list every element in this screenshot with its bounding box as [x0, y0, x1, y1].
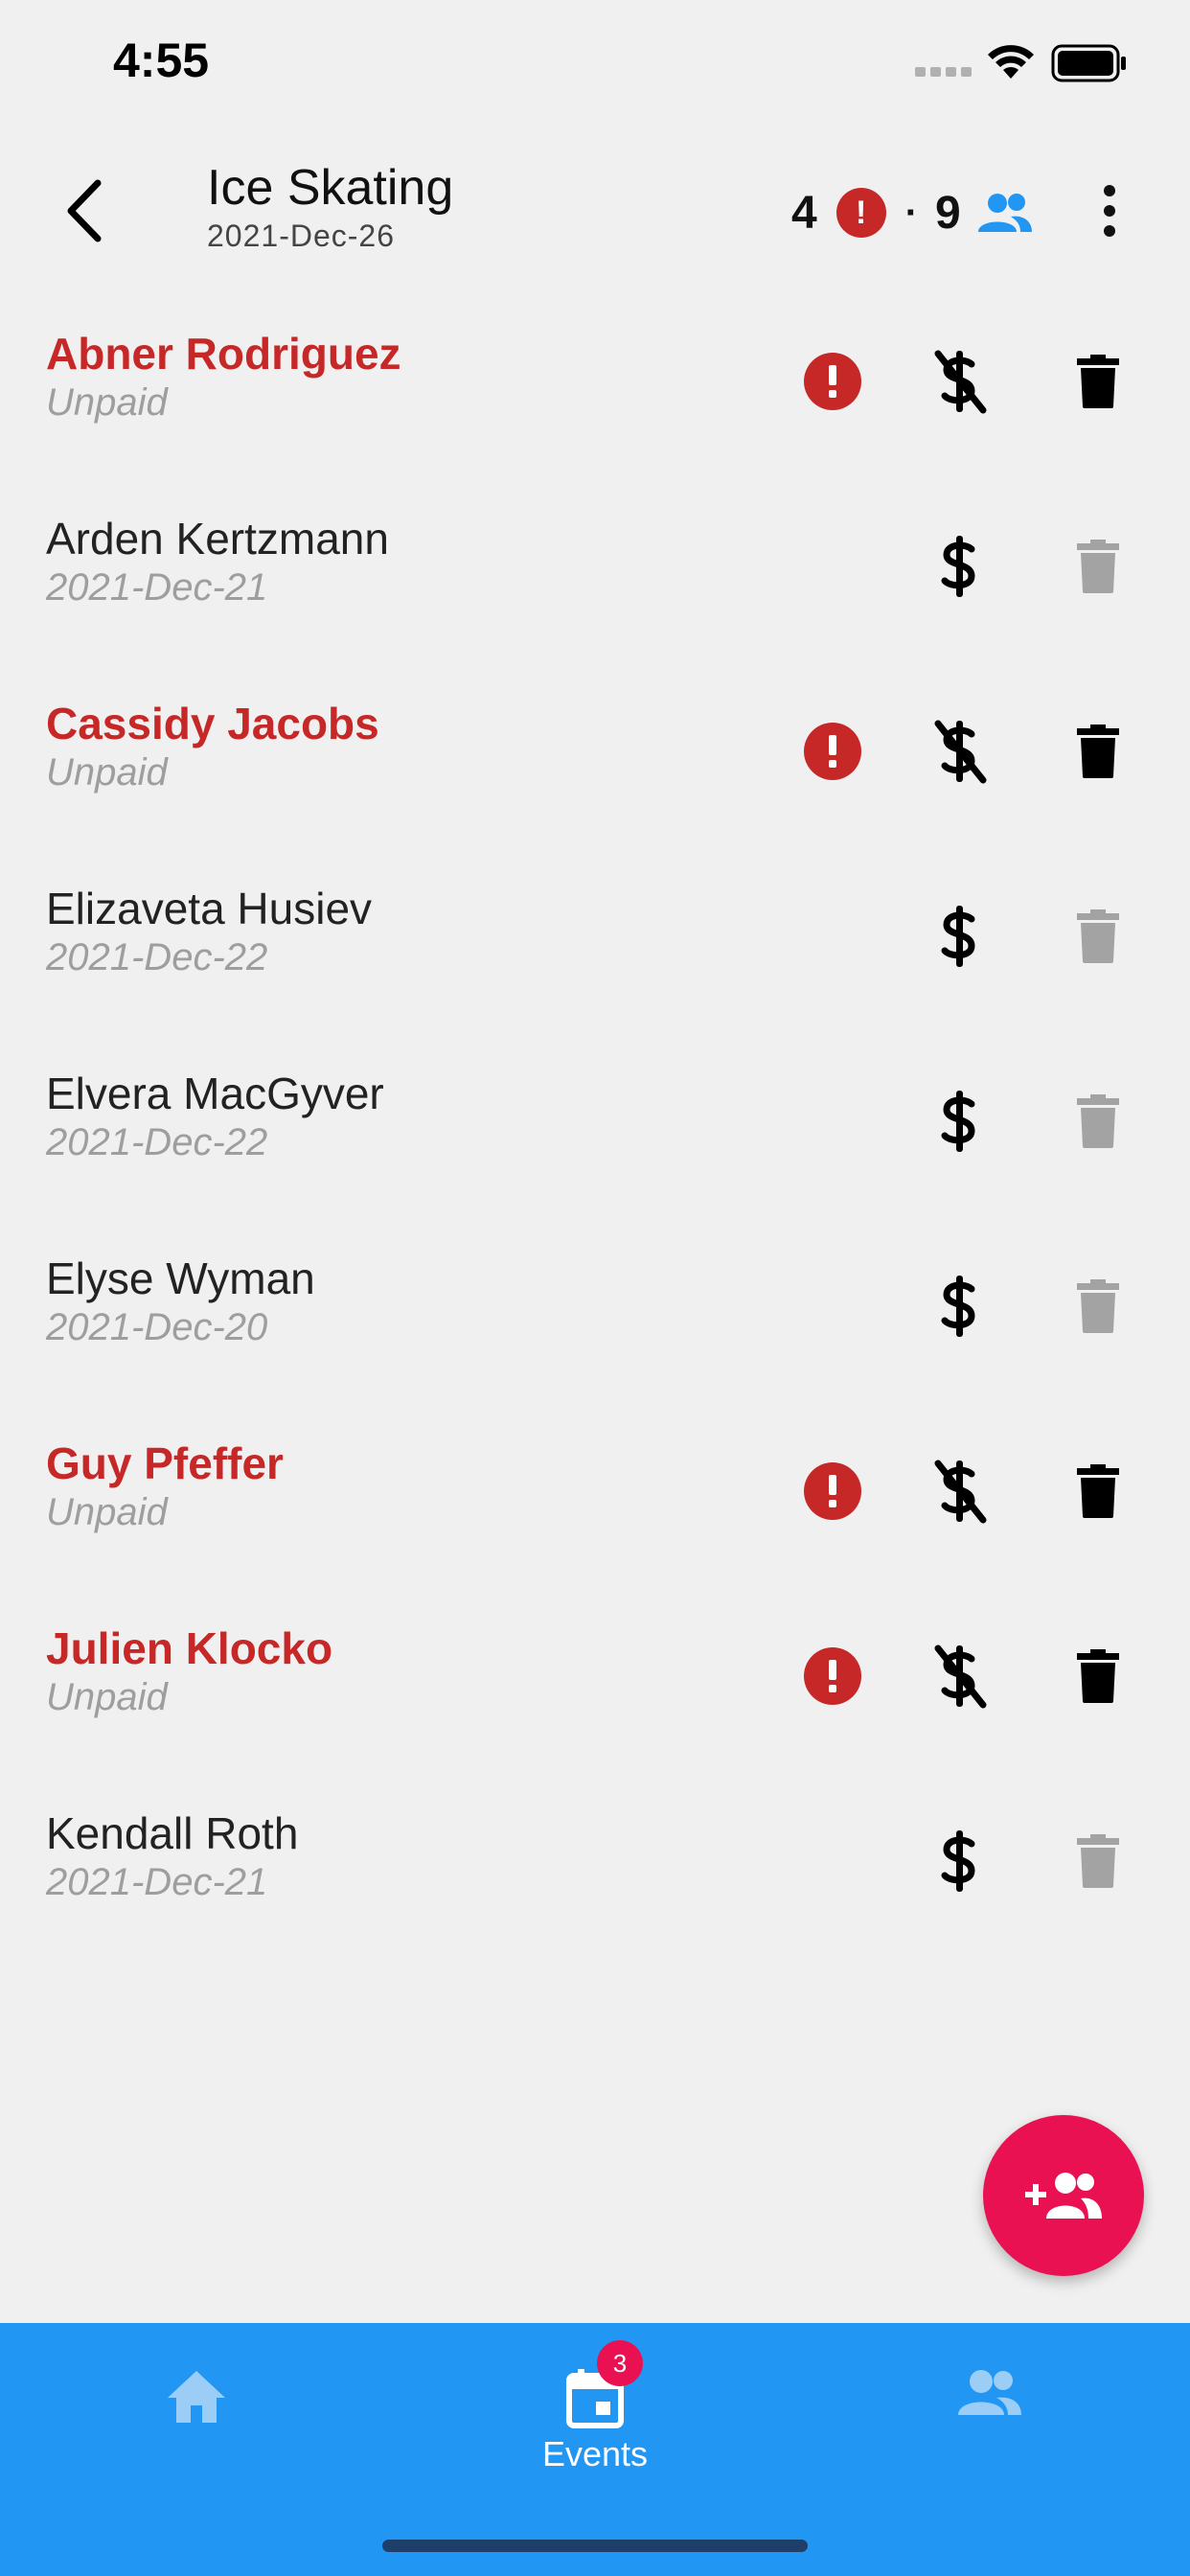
- payment-date: 2021-Dec-22: [46, 936, 268, 978]
- more-options-button[interactable]: [1083, 172, 1136, 249]
- chevron-left-icon: [67, 179, 102, 242]
- attendee-name: Cassidy Jacobs: [46, 699, 379, 748]
- event-date: 2021-Dec-26: [207, 218, 395, 253]
- trash-icon: [1077, 540, 1119, 593]
- app-bar: Ice Skating 2021-Dec-26 4 ! · 9: [0, 125, 1190, 288]
- attendee-name: Elvera MacGyver: [46, 1069, 384, 1118]
- attendee-row[interactable]: Guy Pfeffer Unpaid: [0, 1416, 1190, 1601]
- add-group-icon: [1025, 2173, 1102, 2219]
- nav-events-label: Events: [541, 2434, 649, 2473]
- attendee-row[interactable]: Arden Kertzmann 2021-Dec-21: [0, 492, 1190, 677]
- attendee-name: Abner Rodriguez: [46, 329, 401, 379]
- bottom-navigation: 3 Events: [0, 2323, 1190, 2576]
- separator-dot: ·: [904, 191, 919, 234]
- delete-button[interactable]: [1067, 345, 1129, 418]
- delete-button[interactable]: [1067, 1455, 1129, 1528]
- trash-icon: [1077, 1834, 1119, 1888]
- payment-status: Unpaid: [46, 381, 168, 424]
- mark-paid-button[interactable]: [927, 1640, 995, 1713]
- status-time: 4:55: [113, 34, 210, 87]
- delete-button[interactable]: [1067, 1270, 1129, 1343]
- mark-unpaid-button[interactable]: [927, 530, 995, 603]
- delete-button[interactable]: [1067, 1640, 1129, 1713]
- trash-icon: [1077, 909, 1119, 963]
- attendance-summary: 4 ! · 9: [791, 176, 1032, 249]
- attendee-row[interactable]: Kendall Roth 2021-Dec-21: [0, 1786, 1190, 1971]
- attendee-row[interactable]: Elvera MacGyver 2021-Dec-22: [0, 1046, 1190, 1231]
- mark-unpaid-button[interactable]: [927, 1270, 995, 1343]
- nav-people[interactable]: [846, 2323, 1133, 2496]
- mark-paid-button[interactable]: [927, 715, 995, 788]
- attendee-name: Arden Kertzmann: [46, 514, 389, 564]
- dollar-icon: [941, 1091, 975, 1152]
- dollar-icon: [941, 536, 975, 597]
- mark-paid-button[interactable]: [927, 1455, 995, 1528]
- dollar-icon: [941, 1830, 975, 1892]
- nav-events[interactable]: 3 Events: [451, 2323, 739, 2496]
- money-off-icon: [934, 1460, 987, 1524]
- events-badge: 3: [597, 2340, 643, 2386]
- mark-unpaid-button[interactable]: [927, 1825, 995, 1898]
- add-attendee-button[interactable]: [983, 2115, 1144, 2276]
- mark-unpaid-button[interactable]: [927, 900, 995, 973]
- attendee-row[interactable]: Abner Rodriguez Unpaid: [0, 307, 1190, 492]
- people-icon: [977, 194, 1032, 232]
- trash-icon: [1077, 1464, 1119, 1518]
- trash-icon: [1077, 1649, 1119, 1703]
- page-title: Ice Skating: [207, 160, 454, 216]
- mark-paid-button[interactable]: [927, 345, 995, 418]
- money-off-icon: [934, 720, 987, 784]
- cellular-signal-icon: [915, 67, 972, 77]
- attendee-count: 9: [935, 187, 961, 239]
- money-off-icon: [934, 350, 987, 414]
- attendee-row[interactable]: Julien Klocko Unpaid: [0, 1601, 1190, 1786]
- dollar-icon: [941, 1276, 975, 1337]
- home-icon: [168, 2371, 225, 2423]
- trash-icon: [1077, 724, 1119, 778]
- more-vert-icon: [1104, 185, 1115, 196]
- attendee-name: Julien Klocko: [46, 1623, 333, 1673]
- attendee-list: Abner Rodriguez Unpaid Arden Kertzmann 2021…: [0, 307, 1190, 1971]
- payment-date: 2021-Dec-22: [46, 1121, 268, 1163]
- mark-unpaid-button[interactable]: [927, 1085, 995, 1158]
- alert-icon: [804, 723, 861, 780]
- status-bar: 4:55: [0, 0, 1190, 125]
- attendee-name: Kendall Roth: [46, 1808, 299, 1858]
- attendee-name: Elizaveta Husiev: [46, 884, 373, 933]
- trash-icon: [1077, 355, 1119, 408]
- attendee-row[interactable]: Elizaveta Husiev 2021-Dec-22: [0, 862, 1190, 1046]
- unpaid-count: 4: [791, 187, 817, 239]
- attendee-name: Elyse Wyman: [46, 1254, 315, 1303]
- payment-status: Unpaid: [46, 1676, 168, 1718]
- dollar-icon: [941, 906, 975, 967]
- money-off-icon: [934, 1644, 987, 1709]
- alert-icon: !: [835, 188, 886, 238]
- trash-icon: [1077, 1094, 1119, 1148]
- attendee-name: Guy Pfeffer: [46, 1438, 284, 1488]
- delete-button[interactable]: [1067, 900, 1129, 973]
- delete-button[interactable]: [1067, 1085, 1129, 1158]
- delete-button[interactable]: [1067, 530, 1129, 603]
- payment-date: 2021-Dec-21: [46, 1861, 268, 1903]
- payment-date: 2021-Dec-21: [46, 566, 268, 609]
- delete-button[interactable]: [1067, 1825, 1129, 1898]
- battery-icon: [1051, 44, 1126, 82]
- payment-status: Unpaid: [46, 751, 168, 794]
- attendee-row[interactable]: Cassidy Jacobs Unpaid: [0, 677, 1190, 862]
- attendee-row[interactable]: Elyse Wyman 2021-Dec-20: [0, 1231, 1190, 1416]
- home-indicator: [382, 2540, 808, 2552]
- alert-icon: [804, 1462, 861, 1520]
- alert-icon: [804, 1647, 861, 1705]
- delete-button[interactable]: [1067, 715, 1129, 788]
- alert-icon: [804, 353, 861, 410]
- back-button[interactable]: [46, 172, 123, 249]
- trash-icon: [1077, 1279, 1119, 1333]
- people-icon: [958, 2370, 1021, 2415]
- nav-home[interactable]: [53, 2323, 340, 2496]
- payment-date: 2021-Dec-20: [46, 1306, 268, 1348]
- payment-status: Unpaid: [46, 1491, 168, 1533]
- wifi-icon: [988, 45, 1034, 79]
